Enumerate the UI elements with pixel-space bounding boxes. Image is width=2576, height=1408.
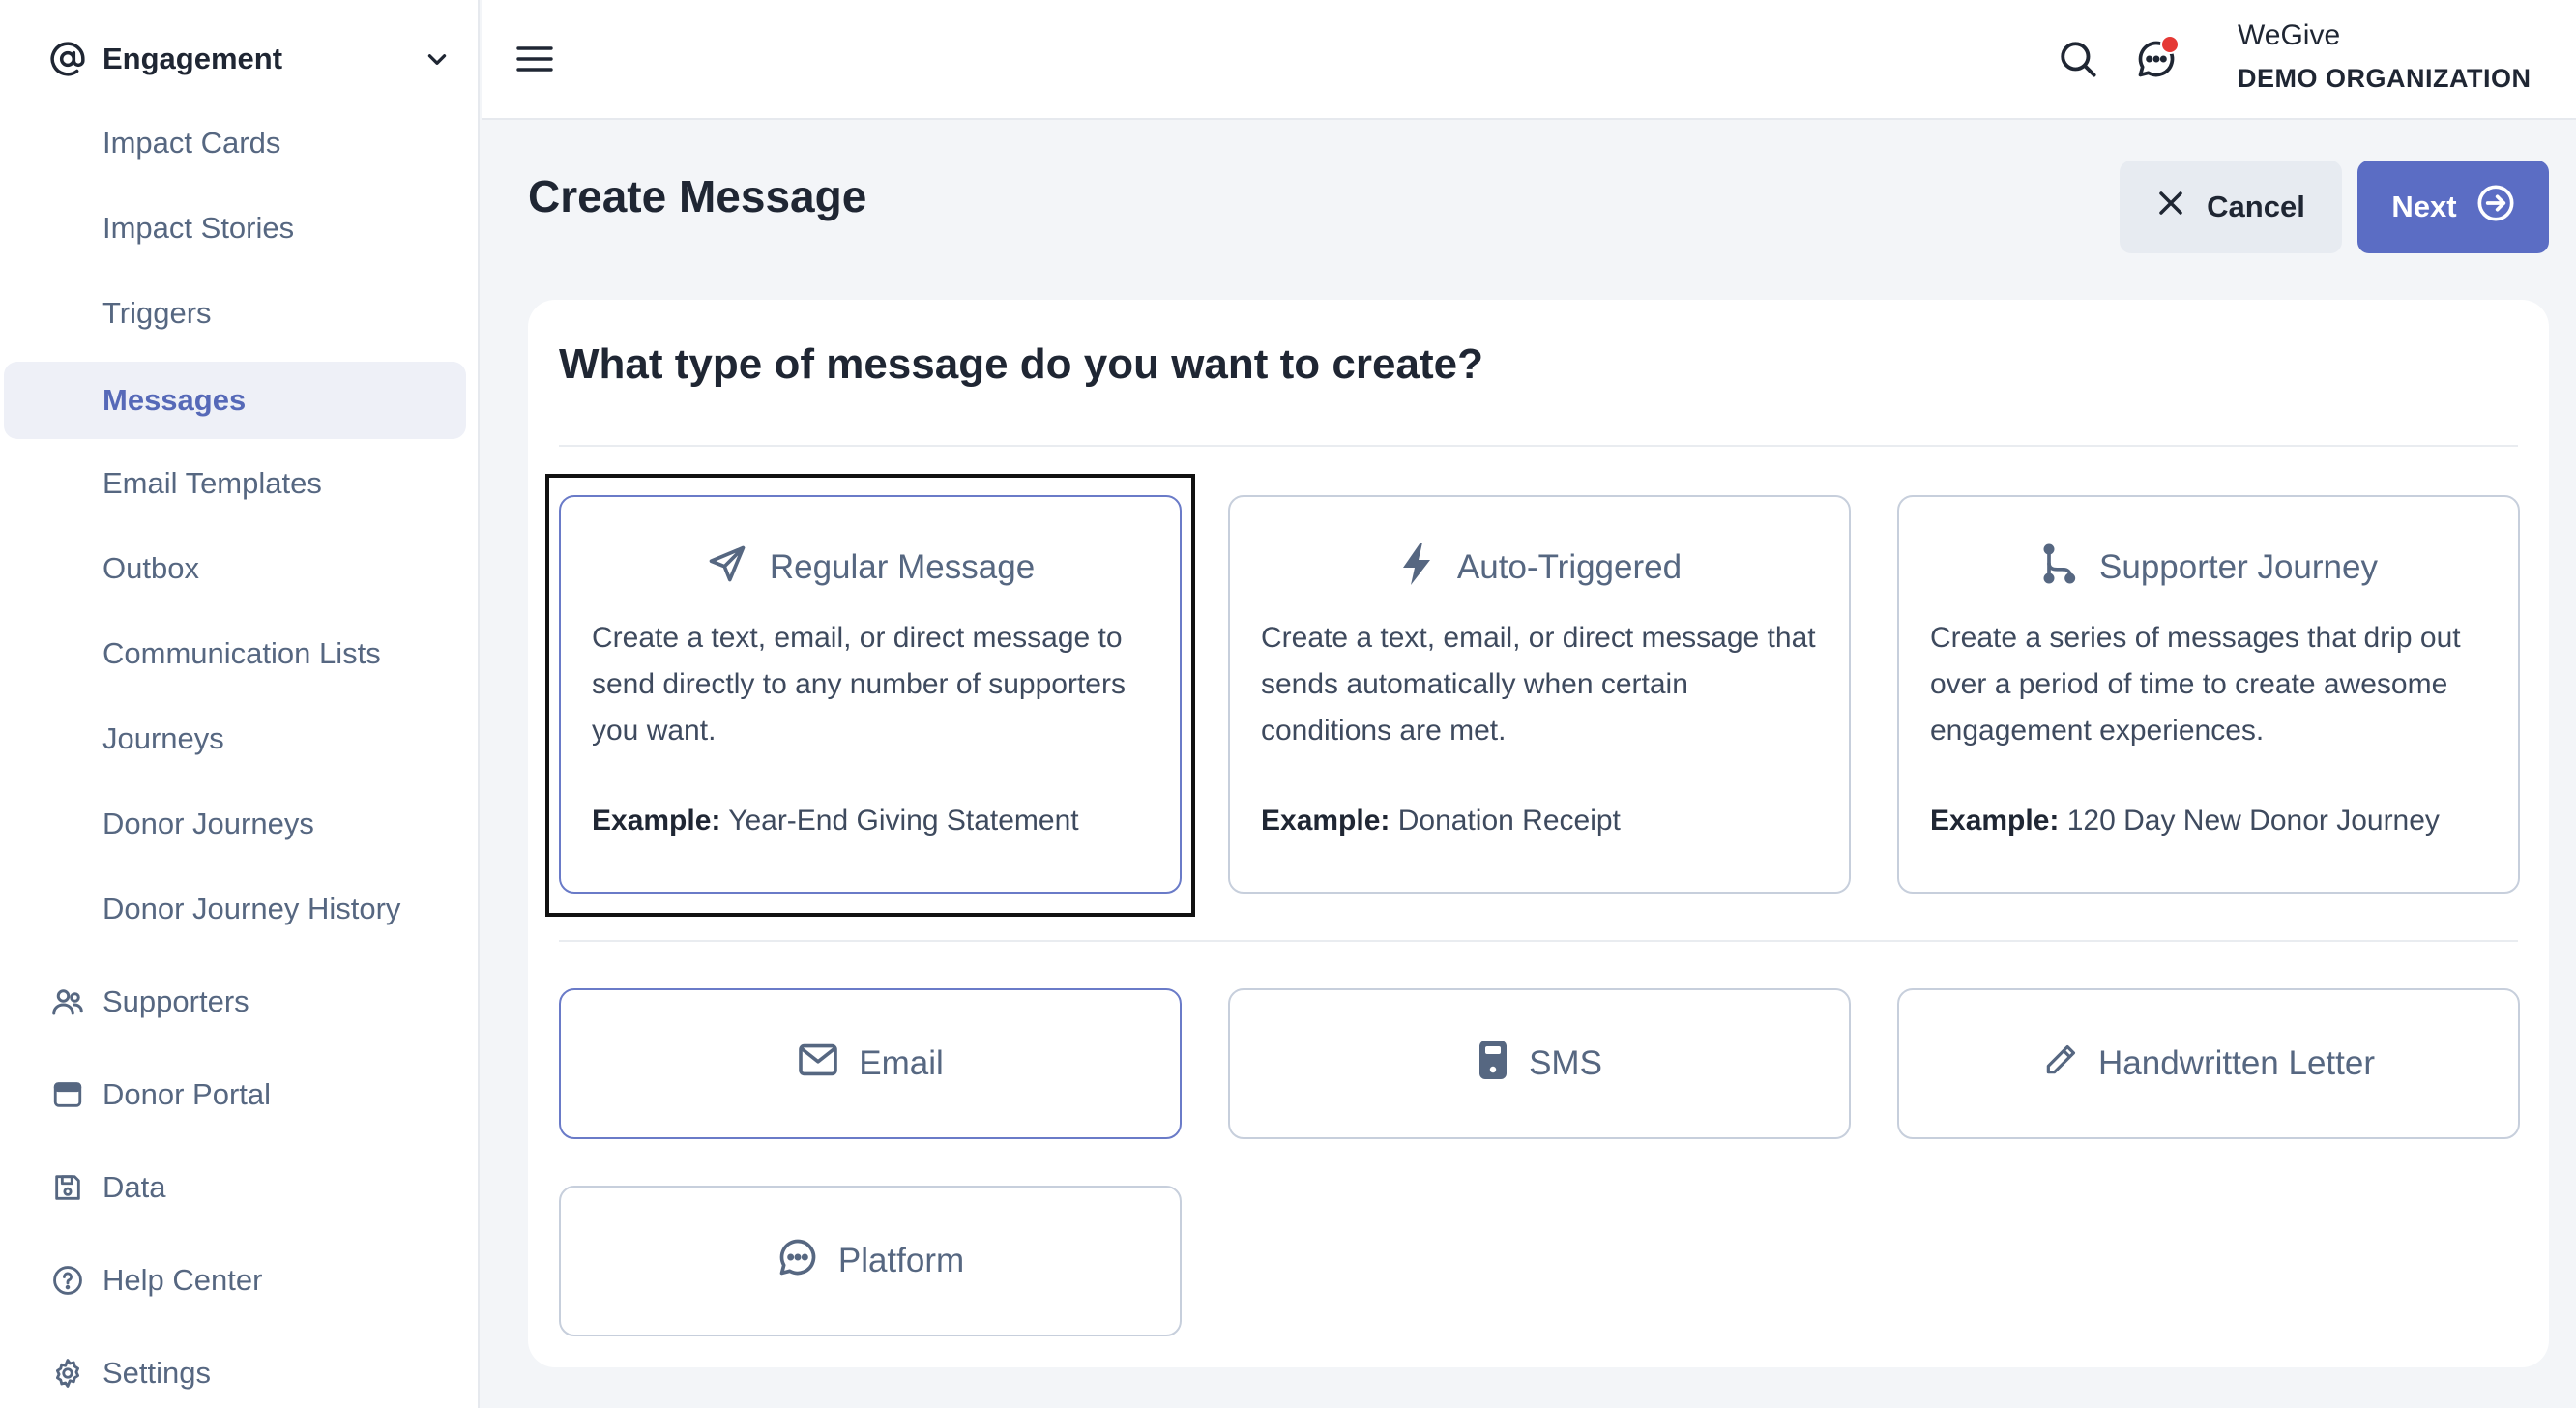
tile-example: Example: Donation Receipt [1261, 805, 1621, 837]
question-circle-icon [48, 1261, 87, 1300]
sidebar-item-triggers[interactable]: Triggers [4, 275, 466, 352]
paper-plane-icon [706, 543, 748, 594]
example-prefix: Example: [592, 805, 721, 836]
org-subtitle[interactable]: DEMO ORGANIZATION [2238, 64, 2531, 94]
sidebar-item-label: Data [102, 1170, 166, 1204]
divider [559, 940, 2518, 942]
sidebar-item-label: Supporters [102, 984, 249, 1018]
type-tile-auto-triggered[interactable]: Auto-Triggered Create a text, email, or … [1228, 495, 1851, 894]
sidebar-item-label: Triggers [102, 296, 212, 330]
sidebar-item-donor-journey-history[interactable]: Donor Journey History [4, 870, 466, 948]
example-value: 120 Day New Donor Journey [2066, 805, 2440, 836]
sidebar-item-label: Donor Portal [102, 1077, 272, 1111]
tile-description: Create a series of messages that drip ou… [1930, 622, 2461, 747]
page-title: Create Message [528, 171, 867, 221]
close-icon [2156, 189, 2185, 225]
arrow-right-circle-icon [2476, 184, 2515, 230]
envelope-icon [797, 1042, 839, 1086]
tile-header: Auto-Triggered [1261, 542, 1818, 592]
channel-handwritten-letter[interactable]: Handwritten Letter [1897, 988, 2520, 1139]
sidebar-item-impact-stories[interactable]: Impact Stories [4, 190, 466, 267]
sidebar-item-label: Email Templates [102, 466, 322, 500]
tile-title: Supporter Journey [2099, 548, 2378, 586]
cancel-button-label: Cancel [2207, 190, 2305, 223]
sidebar-item-label: Settings [102, 1356, 212, 1390]
example-prefix: Example: [1261, 805, 1390, 836]
sidebar-item-email-templates[interactable]: Email Templates [4, 445, 466, 522]
chevron-down-icon[interactable] [420, 42, 454, 76]
search-icon[interactable] [2056, 37, 2100, 81]
cancel-button[interactable]: Cancel [2120, 161, 2342, 253]
next-button[interactable]: Next [2357, 161, 2549, 253]
sidebar-item-messages[interactable]: Messages [4, 362, 466, 439]
journey-path-icon [2039, 543, 2078, 594]
sidebar-item-outbox[interactable]: Outbox [4, 530, 466, 607]
messages-chat-icon[interactable] [2131, 35, 2181, 83]
tile-title: Regular Message [769, 548, 1036, 586]
example-value: Year-End Giving Statement [728, 805, 1079, 836]
pencil-icon [2042, 1041, 2079, 1087]
channel-email[interactable]: Email [559, 988, 1182, 1139]
sidebar-item-label: Donor Journey History [102, 892, 401, 925]
browser-window-icon [48, 1075, 87, 1114]
sidebar-item-label: Donor Journeys [102, 807, 314, 840]
sidebar-item-label: Messages [102, 383, 247, 417]
tile-description: Create a text, email, or direct message … [1261, 622, 1816, 747]
org-name[interactable]: WeGive [2238, 19, 2340, 52]
message-type-question: What type of message do you want to crea… [559, 340, 1483, 388]
channel-label: SMS [1529, 1044, 1602, 1082]
type-tile-regular-message[interactable]: Regular Message Create a text, email, or… [559, 495, 1182, 894]
sidebar-item-label: Communication Lists [102, 636, 381, 670]
sidebar-section-engagement[interactable]: Engagement [48, 33, 454, 85]
message-type-card: What type of message do you want to crea… [528, 300, 2549, 1367]
sidebar-item-settings[interactable]: Settings [48, 1344, 464, 1402]
tile-title: Auto-Triggered [1456, 548, 1683, 586]
users-icon [48, 983, 87, 1021]
floppy-disk-icon [48, 1168, 87, 1207]
tile-example: Example: 120 Day New Donor Journey [1930, 805, 2440, 837]
divider [559, 445, 2518, 447]
lightning-bolt-icon [1397, 541, 1436, 596]
top-bar: WeGive DEMO ORGANIZATION [482, 0, 2576, 120]
tile-header: Regular Message [592, 543, 1149, 592]
example-prefix: Example: [1930, 805, 2060, 836]
channel-platform[interactable]: Platform [559, 1186, 1182, 1336]
next-button-label: Next [2391, 190, 2457, 223]
chat-bubble-icon [776, 1236, 819, 1287]
sidebar-item-journeys[interactable]: Journeys [4, 700, 466, 777]
sidebar-item-donor-portal[interactable]: Donor Portal [48, 1066, 464, 1124]
sidebar: Engagement Impact Cards Impact Stories T… [0, 0, 480, 1408]
sidebar-item-help-center[interactable]: Help Center [48, 1251, 464, 1309]
channel-sms[interactable]: SMS [1228, 988, 1851, 1139]
sidebar-item-impact-cards[interactable]: Impact Cards [4, 104, 466, 182]
phone-icon [1477, 1039, 1509, 1090]
channel-label: Platform [837, 1242, 965, 1279]
tile-header: Supporter Journey [1930, 543, 2487, 592]
sidebar-item-label: Impact Stories [102, 211, 295, 245]
sidebar-item-supporters[interactable]: Supporters [48, 973, 464, 1031]
sidebar-item-label: Impact Cards [102, 126, 281, 160]
example-value: Donation Receipt [1397, 805, 1621, 836]
sidebar-item-data[interactable]: Data [48, 1159, 464, 1217]
hamburger-menu-icon[interactable] [514, 39, 555, 79]
sidebar-item-label: Help Center [102, 1263, 263, 1297]
at-icon [48, 40, 87, 78]
gear-icon [48, 1354, 87, 1393]
notification-badge [2160, 35, 2180, 54]
sidebar-item-label: Journeys [102, 721, 224, 755]
tile-description: Create a text, email, or direct message … [592, 622, 1126, 747]
sidebar-item-communication-lists[interactable]: Communication Lists [4, 615, 466, 692]
sidebar-item-donor-journeys[interactable]: Donor Journeys [4, 785, 466, 863]
channel-label: Handwritten Letter [2098, 1044, 2375, 1082]
sidebar-section-label: Engagement [102, 42, 283, 75]
tile-example: Example: Year-End Giving Statement [592, 805, 1079, 837]
channel-label: Email [859, 1044, 944, 1082]
sidebar-item-label: Outbox [102, 551, 199, 585]
type-tile-supporter-journey[interactable]: Supporter Journey Create a series of mes… [1897, 495, 2520, 894]
